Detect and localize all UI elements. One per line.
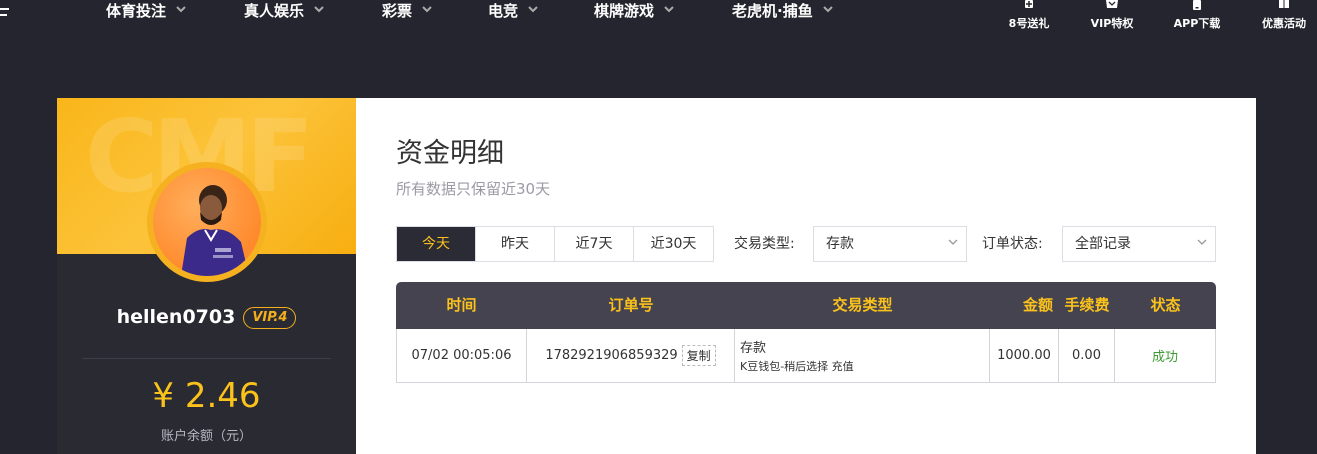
- phone-icon: [1193, 0, 1201, 10]
- crown-icon: [1106, 0, 1118, 8]
- tab-last-30-days[interactable]: 近30天: [634, 227, 713, 261]
- username-row: hellen0703 VIP.4: [57, 306, 356, 329]
- nav-item-slots-fishing[interactable]: 老虎机·捕鱼: [732, 0, 833, 20]
- cell-type: 存款 K豆钱包-稍后选择 充值: [735, 329, 990, 382]
- gift-icon: [1025, 0, 1033, 8]
- nav-item-sports[interactable]: 体育投注: [106, 0, 186, 20]
- quick-gift[interactable]: 8号送礼: [994, 0, 1064, 34]
- avatar[interactable]: [147, 162, 267, 282]
- chevron-down-icon: [176, 6, 186, 13]
- cell-amount: 1000.00: [990, 329, 1059, 382]
- page-title: 资金明细: [396, 138, 504, 169]
- tab-today[interactable]: 今天: [397, 227, 476, 261]
- table-row: 07/02 00:05:06 1782921906859329 复制 存款 K豆…: [396, 329, 1216, 383]
- cell-time: 07/02 00:05:06: [397, 329, 527, 382]
- avatar-image: [181, 185, 249, 276]
- tab-last-7-days[interactable]: 近7天: [555, 227, 634, 261]
- column-header-order: 订单号: [608, 296, 654, 314]
- transactions-table: 时间 订单号 交易类型 金额 手续费 状态 07/02 00:05:06 178…: [396, 282, 1216, 383]
- order-number: 1782921906859329: [545, 348, 678, 363]
- top-nav: 体育投注 真人娱乐 彩票 电竞 棋牌游戏 老虎机·捕鱼 8号送礼 VIP特权 A…: [0, 0, 1317, 40]
- chevron-down-icon: [1197, 239, 1207, 245]
- column-header-amount: 金额: [1022, 296, 1053, 314]
- nav-item-card-games[interactable]: 棋牌游戏: [594, 0, 674, 20]
- transaction-type-select[interactable]: 存款: [813, 226, 967, 262]
- copy-order-button[interactable]: 复制: [681, 345, 716, 366]
- column-header-fee: 手续费: [1064, 296, 1110, 314]
- balance-label: 账户余额（元）: [160, 429, 252, 444]
- nav-item-live-casino[interactable]: 真人娱乐: [244, 0, 324, 20]
- transaction-type-label: 交易类型:: [734, 236, 795, 252]
- column-header-time: 时间: [446, 296, 477, 314]
- logo-icon[interactable]: [0, 6, 10, 18]
- chevron-down-icon: [822, 6, 833, 13]
- type-main: 存款: [740, 341, 767, 356]
- quick-promotions[interactable]: 优惠活动: [1249, 0, 1317, 34]
- balance-amount: ¥ 2.46: [152, 376, 261, 416]
- column-header-type: 交易类型: [832, 296, 893, 314]
- order-status-select[interactable]: 全部记录: [1062, 226, 1216, 262]
- chevron-down-icon: [314, 6, 324, 13]
- type-detail: K豆钱包-稍后选择 充值: [740, 360, 854, 373]
- vip-badge[interactable]: VIP.4: [243, 307, 297, 329]
- column-header-status: 状态: [1150, 296, 1181, 314]
- profile-panel: CMF hellen0703 VIP.4 ¥ 2.46 账户余额（元）: [57, 98, 356, 454]
- quick-app-download[interactable]: APP下载: [1162, 0, 1232, 34]
- nav-item-lottery[interactable]: 彩票: [382, 0, 432, 20]
- chevron-down-icon: [948, 239, 958, 245]
- divider: [82, 358, 331, 359]
- tab-yesterday[interactable]: 昨天: [476, 227, 555, 261]
- cell-order: 1782921906859329 复制: [527, 329, 735, 382]
- status-badge: 成功: [1151, 350, 1178, 365]
- table-header: 时间 订单号 交易类型 金额 手续费 状态: [396, 282, 1216, 329]
- grid-icon: [1279, 0, 1289, 8]
- username: hellen0703: [116, 306, 236, 328]
- cell-fee: 0.00: [1059, 329, 1115, 382]
- nav-item-esports[interactable]: 电竞: [488, 0, 538, 20]
- chevron-down-icon: [528, 6, 538, 13]
- quick-vip[interactable]: VIP特权: [1077, 0, 1147, 34]
- date-range-tabs: 今天 昨天 近7天 近30天: [396, 226, 714, 262]
- fund-details-panel: 资金明细 所有数据只保留近30天 今天 昨天 近7天 近30天 交易类型: 存款…: [356, 98, 1256, 454]
- page-subtitle: 所有数据只保留近30天: [396, 180, 551, 198]
- chevron-down-icon: [422, 6, 432, 13]
- order-status-label: 订单状态:: [982, 236, 1043, 252]
- chevron-down-icon: [664, 6, 674, 13]
